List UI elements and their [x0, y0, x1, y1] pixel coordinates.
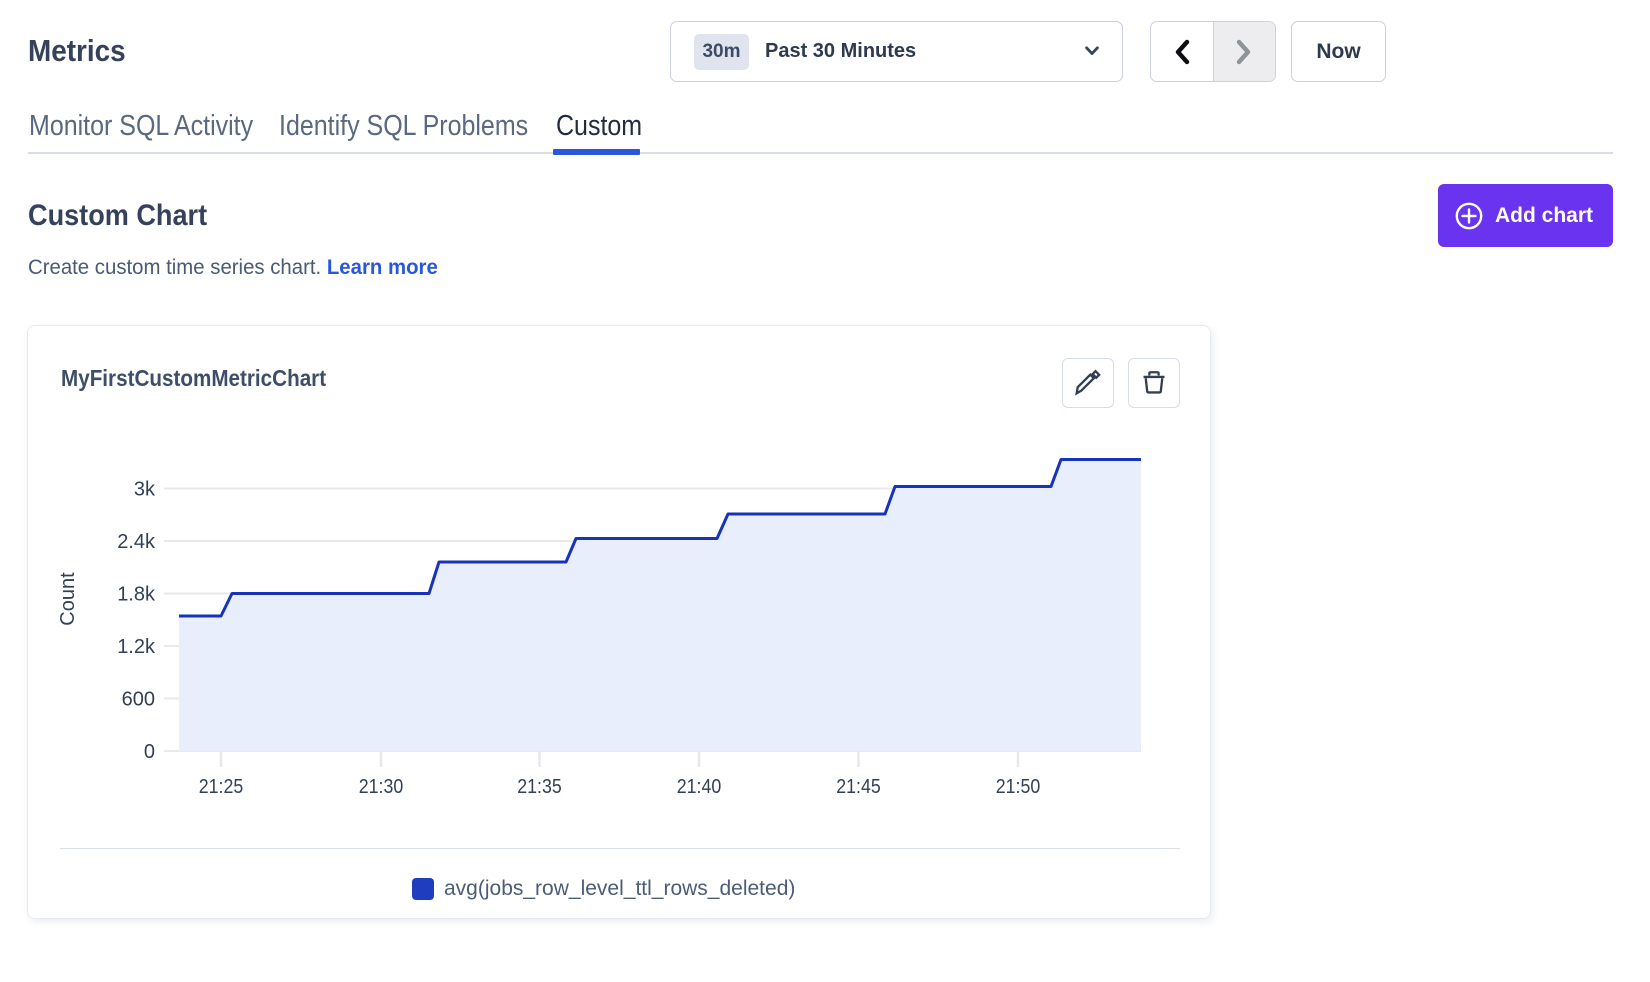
- svg-text:21:30: 21:30: [359, 776, 404, 798]
- svg-text:1.2k: 1.2k: [117, 636, 156, 658]
- svg-text:21:35: 21:35: [517, 776, 562, 798]
- svg-text:21:50: 21:50: [996, 776, 1041, 798]
- svg-text:21:25: 21:25: [199, 776, 244, 798]
- svg-text:1.8k: 1.8k: [117, 584, 156, 606]
- svg-text:3k: 3k: [134, 479, 156, 501]
- svg-text:2.4k: 2.4k: [117, 531, 156, 553]
- svg-text:0: 0: [144, 741, 155, 763]
- svg-text:21:40: 21:40: [677, 776, 722, 798]
- svg-text:600: 600: [122, 689, 155, 711]
- svg-text:21:45: 21:45: [836, 776, 881, 798]
- svg-text:Count: Count: [57, 572, 79, 626]
